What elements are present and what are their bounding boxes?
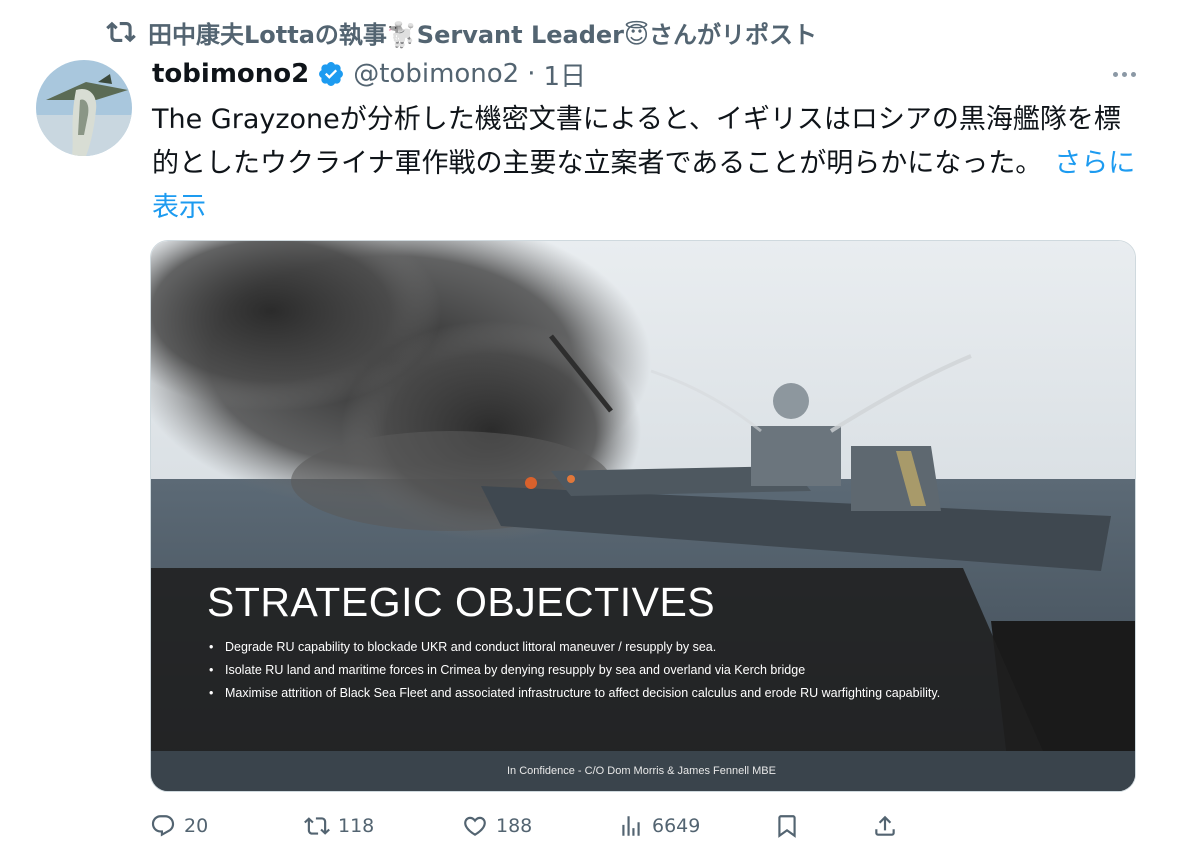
analytics-icon: [622, 816, 640, 836]
heart-icon: [464, 816, 486, 836]
warship-slide-image: [151, 241, 1135, 791]
repost-icon: [304, 817, 330, 835]
tweet-media-image[interactable]: STRATEGIC OBJECTIVES Degrade RU capabili…: [150, 240, 1136, 792]
tweet-actions: 20 118 188 6649: [150, 808, 910, 844]
reply-icon: [151, 815, 175, 837]
like-button[interactable]: 188: [462, 808, 532, 844]
slide-bullet: Maximise attrition of Black Sea Fleet an…: [207, 685, 967, 701]
author-handle[interactable]: @tobimono2: [353, 59, 519, 89]
reply-button[interactable]: 20: [150, 808, 208, 844]
post-time[interactable]: 1日: [544, 56, 587, 93]
author-display-name[interactable]: tobimono2: [152, 59, 309, 89]
bookmark-icon: [778, 815, 796, 838]
repost-indicator[interactable]: 田中康夫Lottaの執事🐩Servant Leader😇さんがリポスト: [106, 14, 817, 50]
more-options-icon[interactable]: [1108, 60, 1140, 88]
reply-count: 20: [184, 815, 209, 837]
avatar[interactable]: [36, 60, 132, 156]
repost-count: 118: [338, 815, 375, 837]
repost-label: 田中康夫Lottaの執事🐩Servant Leader😇さんがリポスト: [148, 20, 818, 49]
separator-dot: ·: [527, 59, 536, 89]
share-button[interactable]: [872, 808, 898, 844]
slide-bullet: Isolate RU land and maritime forces in C…: [207, 662, 967, 678]
views-button[interactable]: 6649: [618, 808, 700, 844]
bookmark-button[interactable]: [774, 808, 800, 844]
tweet-header: tobimono2 @tobimono2 · 1日: [152, 56, 586, 92]
view-count: 6649: [652, 815, 701, 837]
slide-bullets: Degrade RU capability to blockade UKR an…: [207, 639, 967, 708]
slide-title: STRATEGIC OBJECTIVES: [207, 579, 716, 625]
tweet-text: The Grayzoneが分析した機密文書によると、イギリスはロシアの黒海艦隊を…: [152, 98, 1142, 230]
repost-icon: [106, 21, 136, 43]
verified-badge-icon: [319, 62, 344, 86]
slide-footer: In Confidence - C/O Dom Morris & James F…: [507, 765, 776, 777]
like-count: 188: [496, 815, 533, 837]
repost-button[interactable]: 118: [304, 808, 374, 844]
slide-bullet: Degrade RU capability to blockade UKR an…: [207, 639, 967, 655]
tweet-body: The Grayzoneが分析した機密文書によると、イギリスはロシアの黒海艦隊を…: [152, 104, 1121, 179]
share-icon: [875, 815, 895, 836]
